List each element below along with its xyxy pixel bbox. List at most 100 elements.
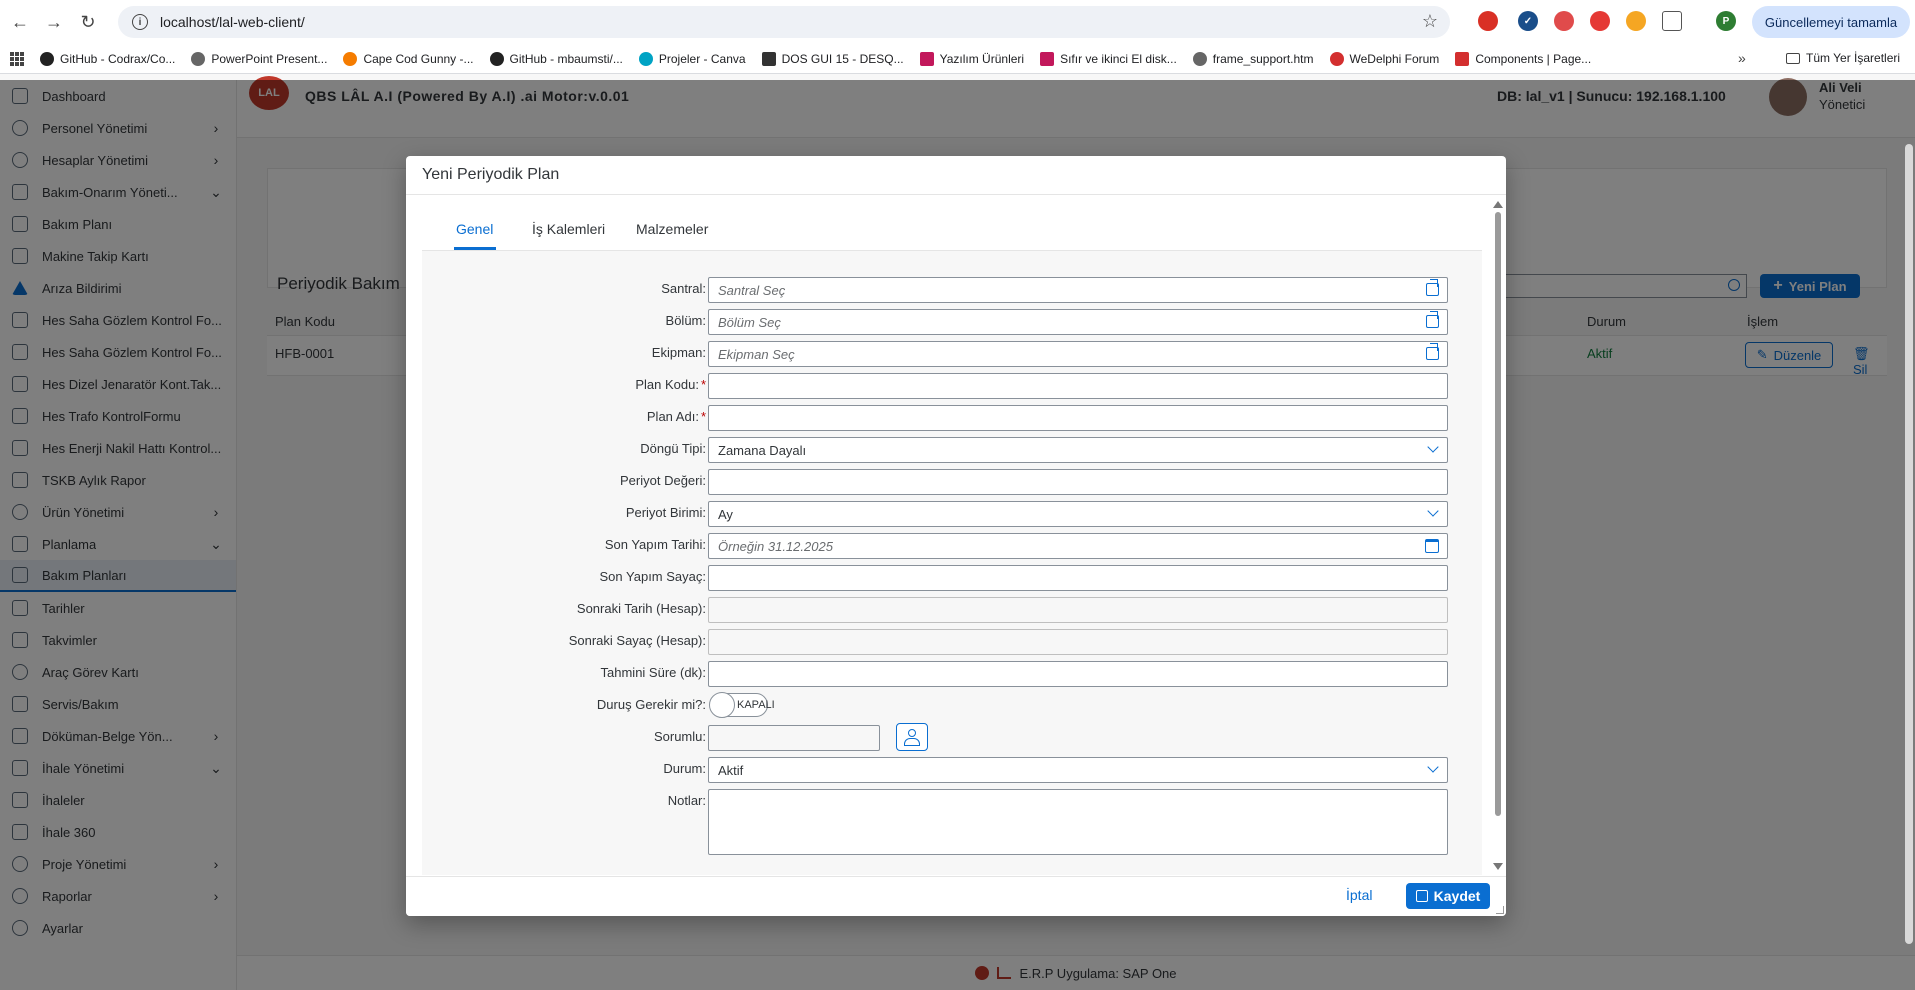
select-person-button[interactable] [896,723,928,751]
bookmark-item[interactable]: frame_support.htm [1192,51,1314,66]
value-help-icon[interactable] [1426,279,1439,296]
row-ekipman: Ekipman: Ekipman Seç [422,339,1482,367]
label-tahmini-sure: Tahmini Süre (dk): [600,665,706,680]
scroll-down-icon[interactable] [1493,863,1503,870]
all-bookmarks[interactable]: Tüm Yer İşaretleri [1786,51,1900,65]
sonraki-tarih-field [708,597,1448,623]
bookmark-item[interactable]: Cape Cod Gunny -... [343,51,474,66]
label-sonraki-sayac: Sonraki Sayaç (Hesap): [568,633,706,648]
row-son-yapim-tarihi: Son Yapım Tarihi: Örneğin 31.12.2025 [422,531,1482,559]
site-info-icon[interactable]: i [132,14,148,30]
tab-genel[interactable]: Genel [456,221,493,237]
scroll-up-icon[interactable] [1493,201,1503,208]
label-durum: Durum: [663,761,706,776]
bookmark-item[interactable]: WeDelphi Forum [1329,51,1439,66]
scrollbar-thumb[interactable] [1495,212,1501,816]
tab-malzemeler[interactable]: Malzemeler [636,221,708,237]
bookmark-item[interactable]: GitHub - Codrax/Co... [40,51,175,66]
extension-icon[interactable]: ✓ [1518,11,1538,31]
periyot-birimi-select[interactable]: Ay [708,501,1448,527]
label-plan-adi: Plan Adı: * [646,409,706,424]
resize-handle[interactable] [1496,906,1504,914]
row-santral: Santral: Santral Seç [422,275,1482,303]
row-dongu-tipi: Döngü Tipi: Zamana Dayalı [422,435,1482,463]
tab-is-kalemleri[interactable]: İş Kalemleri [532,221,605,237]
row-durum: Durum: Aktif [422,755,1482,783]
ekipman-value-help[interactable]: Ekipman Seç [708,341,1448,367]
row-sonraki-tarih: Sonraki Tarih (Hesap): [422,595,1482,623]
plan-adi-input[interactable] [708,405,1448,431]
save-icon [1415,890,1428,902]
bookmark-item[interactable]: Yazılım Ürünleri [919,51,1024,66]
page-scrollbar[interactable] [1905,144,1913,944]
toggle-knob [709,692,735,718]
z-logo-icon [1040,51,1055,66]
son-yapim-tarihi-datepicker[interactable]: Örneğin 31.12.2025 [708,533,1448,559]
extensions-puzzle-icon[interactable] [1662,11,1682,31]
apps-grid-icon[interactable] [10,51,24,66]
santral-value-help[interactable]: Santral Seç [708,277,1448,303]
extension-icon[interactable] [1590,11,1610,31]
back-icon[interactable]: ← [6,8,34,36]
toggle-text: KAPALI [737,699,775,711]
cancel-button[interactable]: İptal [1346,887,1372,903]
sorumlu-input[interactable] [708,725,880,751]
form-area: Santral: Santral Seç Bölüm: Bölüm Seç Ek… [422,251,1482,875]
label-notlar: Notlar: [667,793,706,808]
periyot-degeri-input[interactable] [708,469,1448,495]
calendar-icon[interactable] [1425,539,1439,553]
extension-icon[interactable] [1626,11,1646,31]
bolum-value-help[interactable]: Bölüm Seç [708,309,1448,335]
label-son-yapim-tarihi: Son Yapım Tarihi: [604,537,706,552]
row-plan-kodu: Plan Kodu: * [422,371,1482,399]
address-bar[interactable]: i localhost/lal-web-client/ ☆ [118,6,1450,38]
bookmark-item[interactable]: Sıfır ve ikinci El disk... [1040,51,1177,66]
row-periyot-birimi: Periyot Birimi: Ay [422,499,1482,527]
bookmark-item[interactable]: Projeler - Canva [638,51,746,66]
tab-indicator [454,247,496,250]
plan-kodu-input[interactable] [708,373,1448,399]
son-yapim-sayac-input[interactable] [708,565,1448,591]
notlar-textarea[interactable] [708,789,1448,855]
dialog-footer: İptal Kaydet [406,876,1506,916]
label-periyot-degeri: Periyot Değeri: [620,473,706,488]
more-bookmarks-icon[interactable]: » [1738,50,1746,66]
durum-select[interactable]: Aktif [708,757,1448,783]
extension-icon[interactable] [1478,11,1498,31]
components-icon [1455,51,1470,66]
row-tahmini-sure: Tahmini Süre (dk): [422,659,1482,687]
bookmark-star-icon[interactable]: ☆ [1422,11,1438,32]
value-help-icon[interactable] [1426,311,1439,328]
reload-icon[interactable]: ↻ [74,8,102,36]
chevron-down-icon[interactable] [1427,761,1439,773]
chevron-down-icon[interactable] [1427,441,1439,453]
tahmini-sure-input[interactable] [708,661,1448,687]
bookmark-item[interactable]: Components | Page... [1455,51,1591,66]
new-plan-dialog: Yeni Periyodik Plan Genel İş Kalemleri M… [406,156,1506,916]
bookmark-item[interactable]: DOS GUI 15 - DESQ... [761,51,904,66]
dongu-tipi-select[interactable]: Zamana Dayalı [708,437,1448,463]
url-text[interactable]: localhost/lal-web-client/ [160,14,305,30]
update-button[interactable]: Güncellemeyi tamamla [1752,6,1910,38]
dialog-title: Yeni Periyodik Plan [422,166,560,183]
bookmark-item[interactable]: GitHub - mbaumsti/... [489,51,623,66]
durus-toggle[interactable]: KAPALI [709,692,775,718]
value-help-icon[interactable] [1426,343,1439,360]
flame-icon [343,51,358,66]
sonraki-sayac-field [708,629,1448,655]
row-sonraki-sayac: Sonraki Sayaç (Hesap): [422,627,1482,655]
save-button[interactable]: Kaydet [1406,883,1490,909]
folder-icon [1786,52,1800,64]
row-durus: Duruş Gerekir mi?: KAPALI [422,691,1482,719]
label-santral: Santral: [661,281,706,296]
forward-icon[interactable]: → [40,8,68,36]
dialog-body: Genel İş Kalemleri Malzemeler Santral: S… [422,195,1482,875]
extension-icon[interactable] [1554,11,1574,31]
chevron-down-icon[interactable] [1427,505,1439,517]
globe-icon [1192,51,1207,66]
row-sorumlu: Sorumlu: [422,723,1482,751]
label-ekipman: Ekipman: [651,345,706,360]
label-plan-kodu: Plan Kodu: * [635,377,706,392]
profile-avatar-icon[interactable]: P [1716,11,1736,31]
bookmark-item[interactable]: PowerPoint Present... [191,51,327,66]
